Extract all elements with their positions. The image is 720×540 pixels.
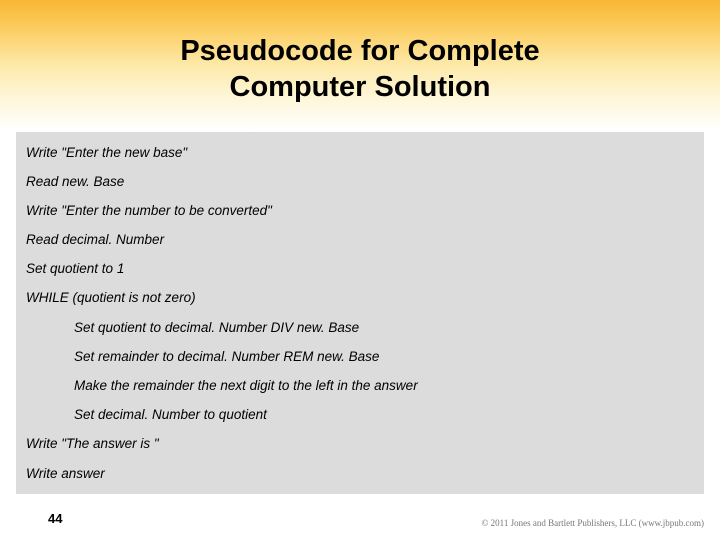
code-line: Set remainder to decimal. Number REM new… bbox=[26, 342, 694, 371]
code-line: Write "The answer is " bbox=[26, 430, 694, 459]
code-line: Set quotient to decimal. Number DIV new.… bbox=[26, 313, 694, 342]
code-line: Set quotient to 1 bbox=[26, 255, 694, 284]
title-line-1: Pseudocode for Complete bbox=[180, 35, 539, 67]
title-line-2: Computer Solution bbox=[230, 71, 491, 103]
page-number: 44 bbox=[48, 511, 62, 526]
copyright-notice: © 2011 Jones and Bartlett Publishers, LL… bbox=[482, 518, 704, 528]
code-line: Set decimal. Number to quotient bbox=[26, 401, 694, 430]
code-line: WHILE (quotient is not zero) bbox=[26, 284, 694, 313]
code-line: Write answer bbox=[26, 459, 694, 488]
code-line: Write "Enter the new base" bbox=[26, 138, 694, 167]
pseudocode-box: Write "Enter the new base" Read new. Bas… bbox=[16, 132, 704, 494]
code-line: Write "Enter the number to be converted" bbox=[26, 196, 694, 225]
slide-title: Pseudocode for Complete Computer Solutio… bbox=[180, 33, 539, 106]
code-line: Make the remainder the next digit to the… bbox=[26, 372, 694, 401]
code-line: Read decimal. Number bbox=[26, 226, 694, 255]
slide-header: Pseudocode for Complete Computer Solutio… bbox=[0, 0, 720, 130]
code-line: Read new. Base bbox=[26, 167, 694, 196]
